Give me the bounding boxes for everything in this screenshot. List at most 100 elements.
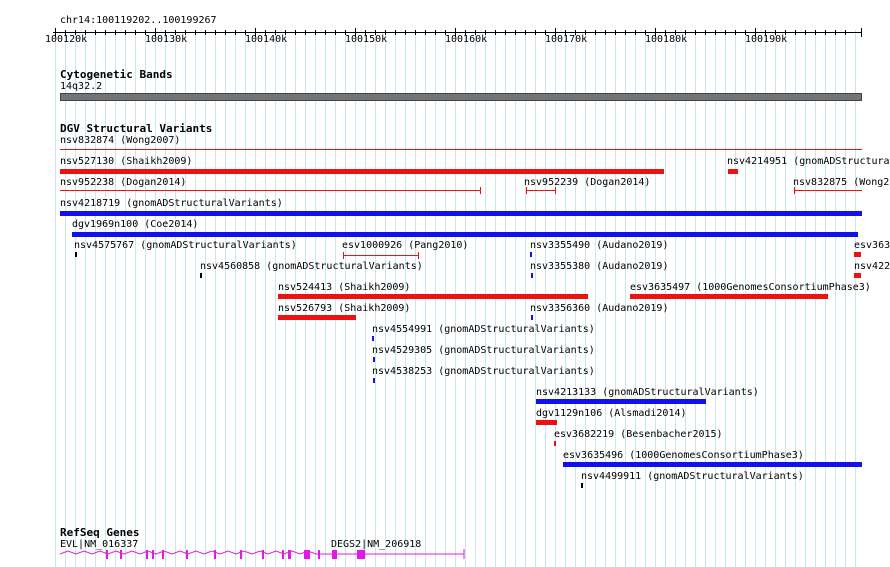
feature-label: nsv3356360 (Audano2019) bbox=[530, 303, 669, 314]
feature-label: dgv1969n100 (Coe2014) bbox=[72, 219, 199, 230]
ruler-minor-tick bbox=[75, 30, 76, 35]
ruler-minor-tick bbox=[185, 30, 186, 35]
gene-exon bbox=[262, 550, 264, 559]
ruler-label: 100160k bbox=[445, 34, 488, 45]
ruler-minor-tick bbox=[595, 30, 596, 35]
ruler-minor-tick bbox=[615, 30, 616, 35]
ruler-minor-tick bbox=[725, 30, 726, 35]
dgv-track-title: DGV Structural Variants bbox=[60, 122, 213, 135]
variant-bar[interactable] bbox=[72, 232, 858, 237]
feature-label: esv3635497 (1000GenomesConsortiumPhase3) bbox=[630, 282, 871, 293]
ruler-minor-tick bbox=[105, 30, 106, 35]
ruler-minor-tick bbox=[385, 30, 386, 35]
variant-bar[interactable] bbox=[536, 399, 706, 404]
gene-exon bbox=[282, 550, 284, 559]
variant-bar[interactable] bbox=[200, 273, 202, 278]
ruler-minor-tick bbox=[525, 30, 526, 35]
variant-bar[interactable] bbox=[554, 441, 556, 446]
ruler-minor-tick bbox=[235, 30, 236, 35]
grid-line bbox=[195, 30, 196, 567]
ruler-minor-tick bbox=[805, 30, 806, 35]
grid-line bbox=[105, 30, 106, 567]
grid-line bbox=[625, 30, 626, 567]
ruler-minor-tick bbox=[605, 30, 606, 35]
ruler-minor-tick bbox=[685, 30, 686, 35]
feature-label: nsv832875 (Wong20 bbox=[793, 177, 890, 188]
variant-bar[interactable] bbox=[373, 378, 375, 383]
ruler-minor-tick bbox=[375, 30, 376, 35]
grid-line bbox=[185, 30, 186, 567]
ruler-minor-tick bbox=[735, 30, 736, 35]
ruler-minor-tick bbox=[305, 30, 306, 35]
variant-bar[interactable] bbox=[854, 252, 861, 257]
gene-exon bbox=[120, 550, 122, 559]
variant-bar[interactable] bbox=[343, 255, 419, 256]
grid-line bbox=[605, 30, 606, 567]
feature-label: nsv952238 (Dogan2014) bbox=[60, 177, 187, 188]
ruler-minor-tick bbox=[275, 30, 276, 35]
ruler-minor-tick bbox=[175, 30, 176, 35]
ruler-minor-tick bbox=[405, 30, 406, 35]
ruler-minor-tick bbox=[475, 30, 476, 35]
genome-browser: chr14:100119202..100199267 100120k 100130… bbox=[0, 0, 890, 567]
gene-exon bbox=[152, 550, 154, 559]
ruler-minor-tick bbox=[115, 30, 116, 35]
ruler-minor-tick bbox=[515, 30, 516, 35]
refseq-track-title: RefSeq Genes bbox=[60, 526, 140, 539]
variant-bar[interactable] bbox=[630, 294, 828, 299]
cyto-band[interactable] bbox=[60, 93, 862, 101]
grid-line bbox=[595, 30, 596, 567]
gene-models[interactable] bbox=[0, 545, 890, 565]
variant-bar[interactable] bbox=[531, 315, 533, 320]
ruler-minor-tick bbox=[625, 30, 626, 35]
variant-bar[interactable] bbox=[794, 190, 862, 191]
feature-label: nsv4560858 (gnomADStructuralVariants) bbox=[200, 261, 423, 272]
ruler-minor-tick bbox=[815, 30, 816, 35]
feature-label: nsv4575767 (gnomADStructuralVariants) bbox=[74, 240, 297, 251]
variant-bar[interactable] bbox=[530, 252, 532, 257]
ruler-label: 100140k bbox=[245, 34, 288, 45]
variant-bar[interactable] bbox=[60, 169, 664, 174]
feature-label: nsv524413 (Shaikh2009) bbox=[278, 282, 411, 293]
ruler-minor-tick bbox=[505, 30, 506, 35]
variant-bar[interactable] bbox=[278, 315, 356, 320]
variant-bar[interactable] bbox=[75, 252, 77, 257]
grid-line bbox=[115, 30, 116, 567]
ruler-minor-tick bbox=[335, 30, 336, 35]
grid-line bbox=[125, 30, 126, 567]
feature-label: nsv527130 (Shaikh2009) bbox=[60, 156, 193, 167]
variant-bar[interactable] bbox=[60, 149, 862, 150]
location-label: chr14:100119202..100199267 bbox=[60, 15, 217, 26]
variant-bar[interactable] bbox=[854, 273, 861, 278]
variant-bar[interactable] bbox=[373, 357, 375, 362]
variant-bar[interactable] bbox=[728, 169, 738, 174]
feature-label: nsv4218719 (gnomADStructuralVariants) bbox=[60, 198, 283, 209]
variant-bar[interactable] bbox=[531, 273, 533, 278]
variant-bar[interactable] bbox=[278, 294, 588, 299]
ruler-minor-tick bbox=[225, 30, 226, 35]
ruler-minor-tick bbox=[585, 30, 586, 35]
feature-label: esv1000926 (Pang2010) bbox=[342, 240, 469, 251]
variant-end-tick bbox=[418, 252, 419, 259]
variant-bar[interactable] bbox=[60, 211, 862, 216]
variant-bar[interactable] bbox=[372, 336, 374, 341]
feature-label: nsv952239 (Dogan2014) bbox=[524, 177, 651, 188]
gene-exon bbox=[304, 550, 310, 559]
grid-line bbox=[145, 30, 146, 567]
variant-bar[interactable] bbox=[526, 190, 556, 191]
variant-end-tick bbox=[555, 187, 556, 194]
variant-end-tick bbox=[526, 187, 527, 194]
variant-bar[interactable] bbox=[581, 483, 583, 488]
variant-bar[interactable] bbox=[60, 190, 481, 191]
feature-label: nsv526793 (Shaikh2009) bbox=[278, 303, 411, 314]
ruler-minor-tick bbox=[125, 30, 126, 35]
ruler-minor-tick bbox=[315, 30, 316, 35]
ruler-minor-tick bbox=[765, 30, 766, 35]
ruler-minor-tick bbox=[65, 30, 66, 35]
variant-end-tick bbox=[794, 187, 795, 194]
feature-label: nsv4214951 (gnomADStructura bbox=[727, 156, 890, 167]
feature-label: nsv832874 (Wong2007) bbox=[60, 135, 181, 146]
variant-bar[interactable] bbox=[536, 420, 557, 425]
ruler-minor-tick bbox=[395, 30, 396, 35]
variant-bar[interactable] bbox=[563, 462, 862, 467]
